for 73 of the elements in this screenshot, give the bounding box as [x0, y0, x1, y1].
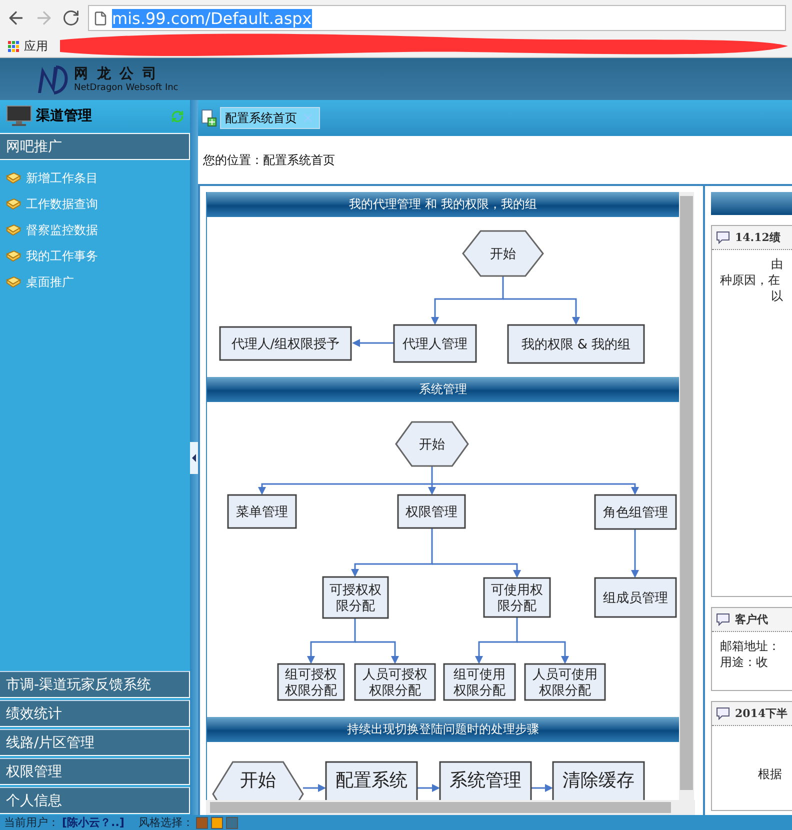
- process-node: 角色组管理: [594, 494, 677, 530]
- process-node: 系统管理: [439, 761, 532, 800]
- process-node: 可授权权 限分配: [322, 576, 389, 619]
- notice-text: 根据: [757, 766, 783, 782]
- section-header: 系统管理: [207, 377, 679, 402]
- process-node: 清除缓存: [552, 761, 645, 800]
- notice-title: 14.12绩: [735, 230, 780, 245]
- logo-text: 网 龙 公 司: [74, 65, 160, 83]
- process-node: 人员可授权 权限分配: [354, 663, 436, 701]
- book-icon: [6, 172, 21, 184]
- page-add-icon: [201, 109, 217, 127]
- notice-text: 由: [770, 256, 784, 272]
- speech-bubble-icon: [716, 231, 730, 244]
- process-node: 可使用权 限分配: [483, 577, 551, 618]
- process-node: 代理人管理: [393, 324, 477, 363]
- refresh-icon[interactable]: [171, 110, 184, 122]
- breadcrumb: 您的位置：配置系统首页: [202, 152, 336, 168]
- notice-text: 邮箱地址：: [719, 638, 781, 654]
- style-swatch[interactable]: [196, 816, 208, 828]
- sidebar-section[interactable]: 个人信息: [0, 787, 190, 814]
- book-icon: [6, 198, 21, 210]
- process-node: 组成员管理: [594, 577, 677, 618]
- connector-arrow: [631, 529, 639, 578]
- start-node: 开始: [212, 761, 304, 800]
- apps-bookmark[interactable]: 应用: [24, 38, 48, 55]
- logo-subtitle: NetDragon Websoft Inc: [74, 83, 178, 93]
- style-swatch[interactable]: [211, 816, 224, 828]
- sidebar-section[interactable]: 权限管理: [0, 758, 190, 785]
- user-name: [陈小云？..]: [62, 815, 124, 830]
- book-icon: [6, 276, 21, 288]
- process-node: 权限管理: [397, 494, 466, 529]
- sidebar-section[interactable]: 网吧推广: [0, 133, 190, 160]
- book-icon: [6, 250, 21, 262]
- connector-arrow: [303, 784, 326, 792]
- process-node: 人员可使用 权限分配: [524, 663, 606, 701]
- notice-title: 2014下半: [735, 706, 788, 721]
- address-bar[interactable]: mis.99.com/Default.aspx: [88, 5, 786, 31]
- page-tab[interactable]: 配置系统首页: [220, 107, 320, 129]
- notice-text: 用途：收: [719, 654, 769, 670]
- logo-mark: [36, 63, 70, 95]
- book-icon: [6, 224, 21, 236]
- monitor-icon: [6, 105, 32, 127]
- process-node: 配置系统: [325, 761, 418, 800]
- start-node: 开始: [395, 421, 469, 467]
- process-node: 菜单管理: [227, 494, 297, 529]
- speech-bubble-icon: [716, 707, 730, 720]
- connector-arrow: [417, 784, 440, 792]
- reload-button[interactable]: [62, 9, 80, 27]
- notice-text: 种原因，在: [719, 272, 781, 288]
- process-node: 组可使用 权限分配: [443, 663, 516, 701]
- connector-arrow: [531, 784, 553, 792]
- style-swatch[interactable]: [226, 816, 238, 828]
- section-header: 我的代理管理 和 我的权限，我的组: [207, 192, 679, 217]
- process-node: 我的权限 & 我的组: [507, 324, 645, 364]
- sidebar-section[interactable]: 绩效统计: [0, 700, 190, 727]
- start-node: 开始: [462, 230, 544, 277]
- page-icon: [93, 10, 108, 26]
- vertical-scrollbar[interactable]: [679, 192, 694, 800]
- process-node: 组可授权 权限分配: [277, 663, 345, 701]
- connector-arrow: [352, 339, 394, 347]
- sidebar-section[interactable]: 线路/片区管理: [0, 729, 190, 756]
- tab-label: 配置系统首页: [225, 110, 297, 126]
- process-node: 代理人/组权限授予: [219, 326, 352, 361]
- horizontal-scrollbar[interactable]: [206, 800, 695, 815]
- notice-title: 客户代: [735, 612, 768, 627]
- sidebar-section[interactable]: 市调-渠道玩家反馈系统: [0, 671, 190, 698]
- user-label: 当前用户：: [4, 815, 59, 830]
- sidebar-title: 渠道管理: [36, 107, 93, 125]
- apps-grid-icon: [8, 40, 20, 52]
- speech-bubble-icon: [716, 613, 730, 626]
- section-header: 持续出现切换登陆问题时的处理步骤: [207, 717, 679, 742]
- style-label: 风格选择：: [138, 815, 194, 830]
- notice-text: 以: [770, 288, 784, 304]
